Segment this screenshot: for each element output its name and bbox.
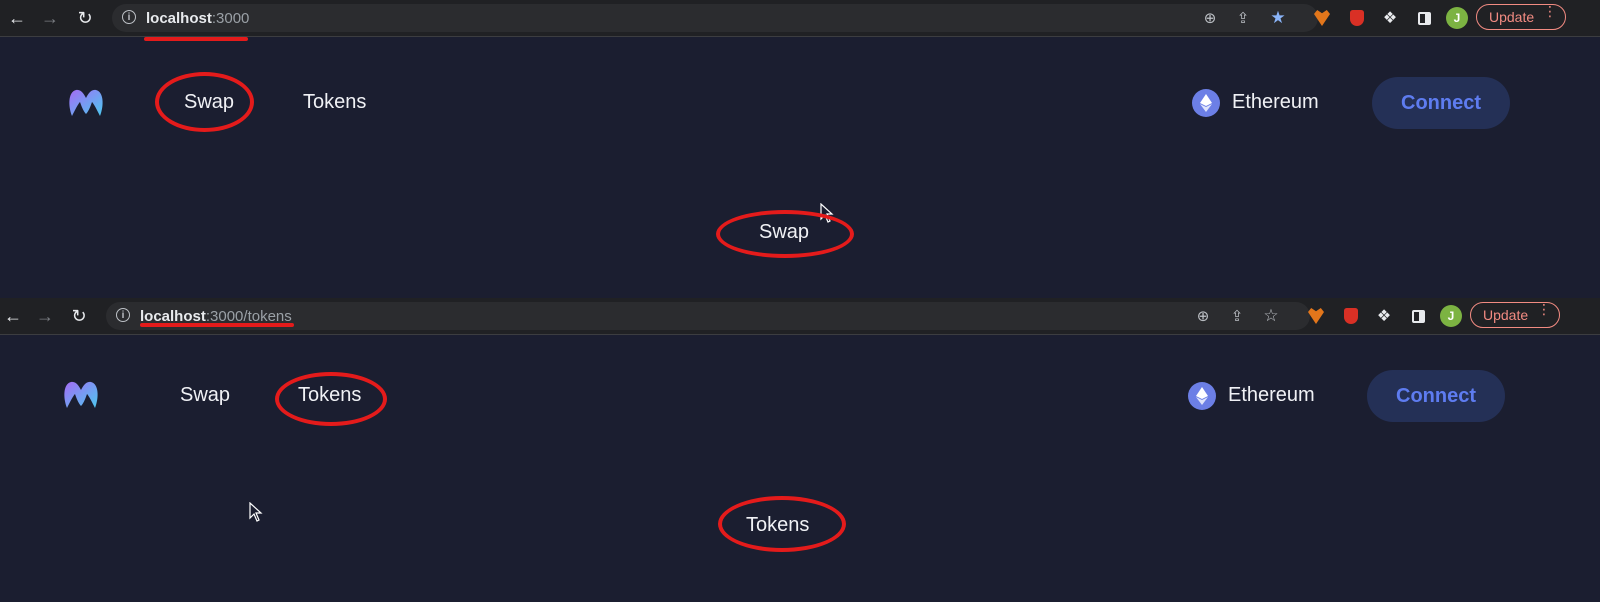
more-icon: ⋮ <box>1543 3 1557 19</box>
cursor-icon <box>249 502 263 522</box>
annotation-underline <box>144 37 248 41</box>
screen-swap: ← → ↻ i localhost:3000 ⊕ ⇪ ★ ❖ J Update … <box>0 0 1600 298</box>
reload-icon[interactable]: ↻ <box>72 5 98 31</box>
ethereum-icon[interactable] <box>1192 89 1220 117</box>
share-icon[interactable]: ⇪ <box>1228 307 1246 325</box>
reload-icon[interactable]: ↻ <box>66 303 92 329</box>
profile-avatar[interactable]: J <box>1440 305 1462 327</box>
shield-icon[interactable] <box>1341 306 1361 326</box>
network-label[interactable]: Ethereum <box>1228 384 1315 407</box>
puzzle-icon[interactable]: ❖ <box>1380 8 1400 28</box>
star-icon[interactable]: ☆ <box>1262 306 1280 325</box>
metamask-icon[interactable] <box>1306 306 1326 326</box>
connect-button[interactable]: Connect <box>1372 77 1510 129</box>
app-logo-icon[interactable] <box>66 86 106 120</box>
more-icon: ⋮ <box>1537 301 1551 317</box>
nav-link-swap[interactable]: Swap <box>180 384 230 407</box>
sidepanel-icon[interactable] <box>1414 8 1434 28</box>
update-button[interactable]: Update ⋮ <box>1476 4 1566 30</box>
update-label: Update <box>1483 307 1529 323</box>
forward-icon[interactable]: → <box>32 303 58 329</box>
sidepanel-icon[interactable] <box>1408 306 1428 326</box>
app-logo-icon[interactable] <box>61 378 101 412</box>
forward-icon[interactable]: → <box>37 5 63 31</box>
address-bar[interactable]: i localhost:3000 ⊕ ⇪ ★ <box>112 4 1318 32</box>
back-icon[interactable]: ← <box>0 303 26 329</box>
zoom-icon[interactable]: ⊕ <box>1201 9 1219 27</box>
info-icon[interactable]: i <box>122 10 136 24</box>
annotation-underline <box>140 323 294 327</box>
share-icon[interactable]: ⇪ <box>1234 9 1252 27</box>
shield-icon[interactable] <box>1347 8 1367 28</box>
nav-link-swap[interactable]: Swap <box>184 91 234 114</box>
star-icon[interactable]: ★ <box>1269 8 1287 27</box>
url-host: localhost <box>146 10 212 27</box>
browser-toolbar: ← → ↻ i localhost:3000 ⊕ ⇪ ★ ❖ J Update … <box>0 0 1600 37</box>
info-icon[interactable]: i <box>116 308 130 322</box>
back-icon[interactable]: ← <box>4 5 30 31</box>
zoom-icon[interactable]: ⊕ <box>1194 307 1212 325</box>
nav-link-tokens[interactable]: Tokens <box>298 384 361 407</box>
browser-toolbar: ← → ↻ i localhost:3000/tokens ⊕ ⇪ ☆ ❖ J … <box>0 298 1600 335</box>
url-path: :3000 <box>211 10 250 27</box>
page-heading: Swap <box>759 221 810 243</box>
page-heading: Tokens <box>746 514 810 536</box>
ethereum-icon[interactable] <box>1188 382 1216 410</box>
network-label[interactable]: Ethereum <box>1232 91 1319 114</box>
screen-tokens: ← → ↻ i localhost:3000/tokens ⊕ ⇪ ☆ ❖ J … <box>0 298 1600 602</box>
nav-link-tokens[interactable]: Tokens <box>303 91 366 114</box>
profile-avatar[interactable]: J <box>1446 7 1468 29</box>
update-label: Update <box>1489 9 1535 25</box>
connect-button[interactable]: Connect <box>1367 370 1505 422</box>
cursor-icon <box>820 203 834 223</box>
update-button[interactable]: Update ⋮ <box>1470 302 1560 328</box>
puzzle-icon[interactable]: ❖ <box>1374 306 1394 326</box>
metamask-icon[interactable] <box>1312 8 1332 28</box>
url-text[interactable]: localhost:3000 <box>146 10 249 27</box>
